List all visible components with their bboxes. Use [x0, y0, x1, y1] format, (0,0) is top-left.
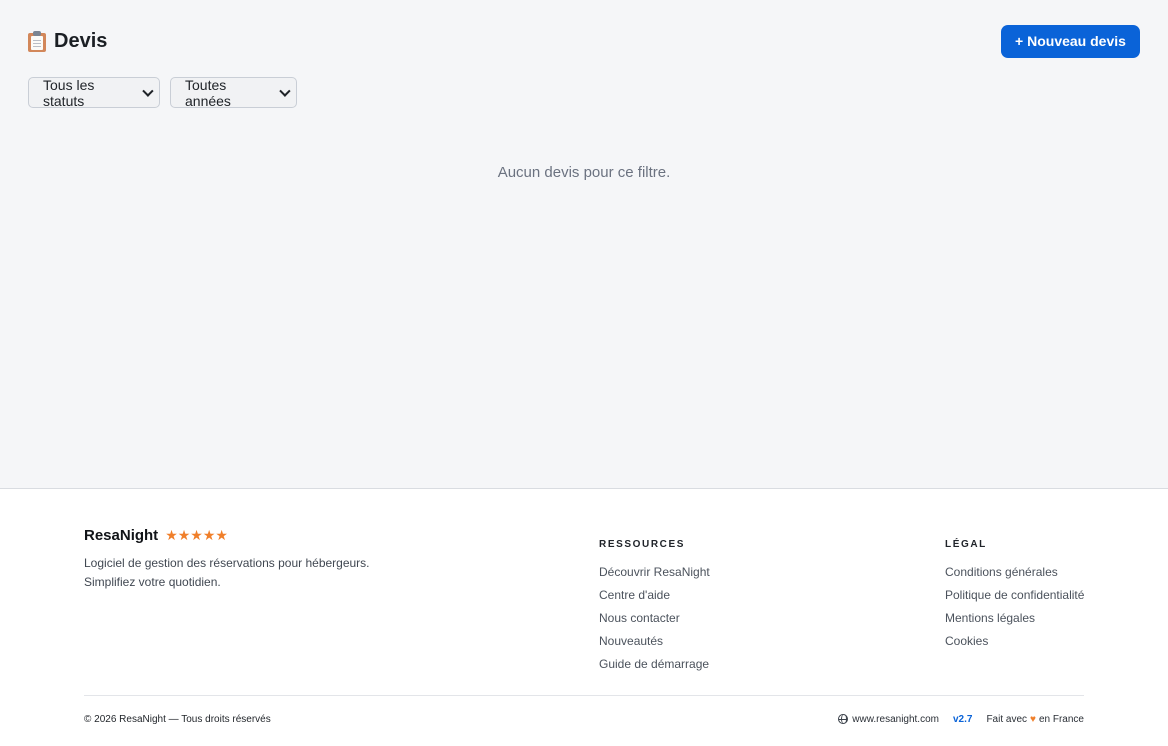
- copyright: © 2026 ResaNight — Tous droits réservés: [84, 713, 271, 725]
- link-cookies[interactable]: Cookies: [945, 630, 1084, 653]
- legal-column: LÉGAL Conditions générales Politique de …: [945, 539, 1084, 653]
- version-badge: v2.7: [952, 713, 973, 725]
- website-link[interactable]: www.resanight.com: [838, 714, 939, 725]
- made-in-france: Fait avec ♥ en France: [986, 714, 1084, 725]
- link-help-center[interactable]: Centre d'aide: [599, 584, 710, 607]
- year-filter-value: Toutes années: [185, 76, 231, 109]
- tagline: Logiciel de gestion des réservations pou…: [84, 554, 404, 592]
- link-discover[interactable]: Découvrir ResaNight: [599, 561, 710, 584]
- footer-meta: www.resanight.com v2.7 Fait avec ♥ en Fr…: [838, 714, 1084, 725]
- status-filter-value: Tous les statuts: [43, 76, 95, 109]
- tagline-line-1: Logiciel de gestion des réservations pou…: [84, 556, 370, 570]
- status-filter-select[interactable]: Tous les statuts: [28, 76, 160, 109]
- website-text: www.resanight.com: [852, 713, 939, 725]
- tagline-line-2: Simplifiez votre quotidien.: [84, 575, 221, 589]
- link-contact[interactable]: Nous contacter: [599, 607, 710, 630]
- main-content: Devis + Nouveau devis Tous les statuts T…: [0, 0, 1168, 488]
- filters-bar: Tous les statuts Toutes années: [28, 76, 297, 109]
- year-filter-select[interactable]: Toutes années: [170, 76, 297, 109]
- link-news[interactable]: Nouveautés: [599, 630, 710, 653]
- chevron-down-icon: [141, 85, 153, 96]
- link-legal-notice[interactable]: Mentions légales: [945, 607, 1084, 630]
- brand-row: ResaNight ★★★★★: [84, 527, 404, 544]
- made-suffix: en France: [1038, 713, 1084, 725]
- page-header: Devis + Nouveau devis: [28, 24, 1140, 58]
- made-prefix: Fait avec: [986, 713, 1028, 725]
- footer-brand: ResaNight ★★★★★ Logiciel de gestion des …: [84, 527, 404, 592]
- link-getting-started[interactable]: Guide de démarrage: [599, 653, 710, 676]
- page-title: Devis: [54, 29, 108, 52]
- resources-column: RESSOURCES Découvrir ResaNight Centre d'…: [599, 539, 710, 676]
- footer-bottom-bar: © 2026 ResaNight — Tous droits réservés …: [84, 712, 1084, 726]
- empty-state-message: Aucun devis pour ce filtre.: [497, 164, 671, 181]
- resources-title: RESSOURCES: [599, 539, 686, 550]
- clipboard-icon: [28, 30, 46, 52]
- legal-title: LÉGAL: [945, 539, 987, 550]
- brand-name: ResaNight: [84, 527, 159, 544]
- link-privacy[interactable]: Politique de confidentialité: [945, 584, 1084, 607]
- title-group: Devis: [28, 30, 107, 53]
- footer-divider: [84, 695, 1084, 696]
- heart-icon: ♥: [1030, 713, 1036, 725]
- link-terms[interactable]: Conditions générales: [945, 561, 1084, 584]
- globe-icon: [838, 714, 849, 724]
- rating-stars: ★★★★★: [165, 527, 228, 543]
- footer: ResaNight ★★★★★ Logiciel de gestion des …: [0, 488, 1168, 746]
- chevron-down-icon: [278, 85, 290, 96]
- new-quote-button[interactable]: + Nouveau devis: [1001, 24, 1140, 58]
